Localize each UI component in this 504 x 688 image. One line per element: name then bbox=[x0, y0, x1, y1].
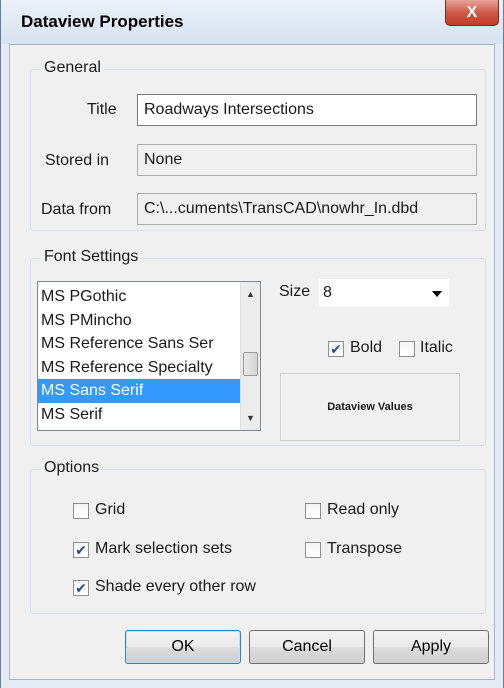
check-icon: ✔ bbox=[75, 542, 87, 558]
scroll-down-icon[interactable]: ▼ bbox=[241, 409, 260, 427]
chevron-down-icon bbox=[432, 291, 442, 297]
font-list-item[interactable]: MS Serif bbox=[38, 403, 240, 427]
read-only-label: Read only bbox=[327, 501, 400, 518]
title-bar: Dataview Properties X bbox=[1, 0, 503, 44]
stored-in-label: Stored in bbox=[45, 152, 110, 169]
ok-button[interactable]: OK bbox=[125, 630, 241, 664]
font-listbox[interactable]: MS PGothic MS PMincho MS Reference Sans Se… bbox=[37, 281, 261, 431]
dialog-window: Dataview Properties X General Title Road… bbox=[0, 0, 504, 688]
options-group-label: Options bbox=[41, 459, 103, 477]
dialog-title: Dataview Properties bbox=[21, 12, 184, 31]
data-from-label: Data from bbox=[41, 201, 112, 218]
font-list-item[interactable]: MS Reference Sans Ser bbox=[38, 332, 240, 356]
close-button[interactable]: X bbox=[445, 0, 499, 26]
size-dropdown[interactable]: 8 bbox=[319, 279, 449, 307]
cancel-button[interactable]: Cancel bbox=[249, 630, 365, 664]
font-list-item[interactable]: MS PMincho bbox=[38, 309, 240, 333]
grid-checkbox[interactable] bbox=[73, 503, 89, 519]
stored-in-field: None bbox=[137, 144, 477, 176]
scroll-thumb[interactable] bbox=[243, 352, 258, 376]
grid-label: Grid bbox=[95, 501, 126, 518]
italic-checkbox[interactable] bbox=[399, 341, 415, 357]
check-icon: ✔ bbox=[75, 580, 87, 596]
apply-button[interactable]: Apply bbox=[373, 630, 489, 664]
check-icon: ✔ bbox=[330, 341, 342, 357]
font-list-scrollbar[interactable]: ▲ ▼ bbox=[240, 282, 260, 430]
font-list-item[interactable]: MS PGothic bbox=[38, 285, 240, 309]
font-list-item[interactable]: MS Reference Specialty bbox=[38, 356, 240, 380]
options-group: Options Grid Read only ✔ Mark selection … bbox=[30, 459, 486, 614]
mark-selection-sets-label: Mark selection sets bbox=[95, 540, 232, 557]
size-label: Size bbox=[279, 283, 311, 300]
size-value: 8 bbox=[323, 284, 332, 301]
general-group-label: General bbox=[41, 59, 104, 77]
read-only-checkbox[interactable] bbox=[305, 503, 321, 519]
dialog-body: General Title Roadways Intersections Sto… bbox=[9, 44, 495, 680]
general-group: General Title Roadways Intersections Sto… bbox=[30, 59, 486, 231]
bold-label: Bold bbox=[350, 339, 383, 356]
italic-label: Italic bbox=[420, 339, 453, 356]
font-list-item[interactable]: MS Sans Serif bbox=[38, 379, 240, 403]
shade-every-other-row-label: Shade every other row bbox=[95, 578, 256, 595]
bold-checkbox[interactable]: ✔ bbox=[328, 341, 344, 357]
transpose-label: Transpose bbox=[327, 540, 402, 557]
font-settings-group-label: Font Settings bbox=[41, 248, 142, 266]
transpose-checkbox[interactable] bbox=[305, 542, 321, 558]
title-label: Title bbox=[87, 101, 117, 118]
font-preview: Dataview Values bbox=[280, 373, 460, 441]
data-from-field: C:\...cuments\TransCAD\nowhr_In.dbd bbox=[137, 193, 477, 225]
mark-selection-sets-checkbox[interactable]: ✔ bbox=[73, 542, 89, 558]
font-settings-group: Font Settings MS PGothic MS PMincho MS Ref… bbox=[30, 248, 486, 446]
title-input[interactable]: Roadways Intersections bbox=[137, 94, 477, 126]
scroll-up-icon[interactable]: ▲ bbox=[241, 285, 260, 303]
close-icon: X bbox=[466, 3, 478, 21]
shade-every-other-row-checkbox[interactable]: ✔ bbox=[73, 580, 89, 596]
